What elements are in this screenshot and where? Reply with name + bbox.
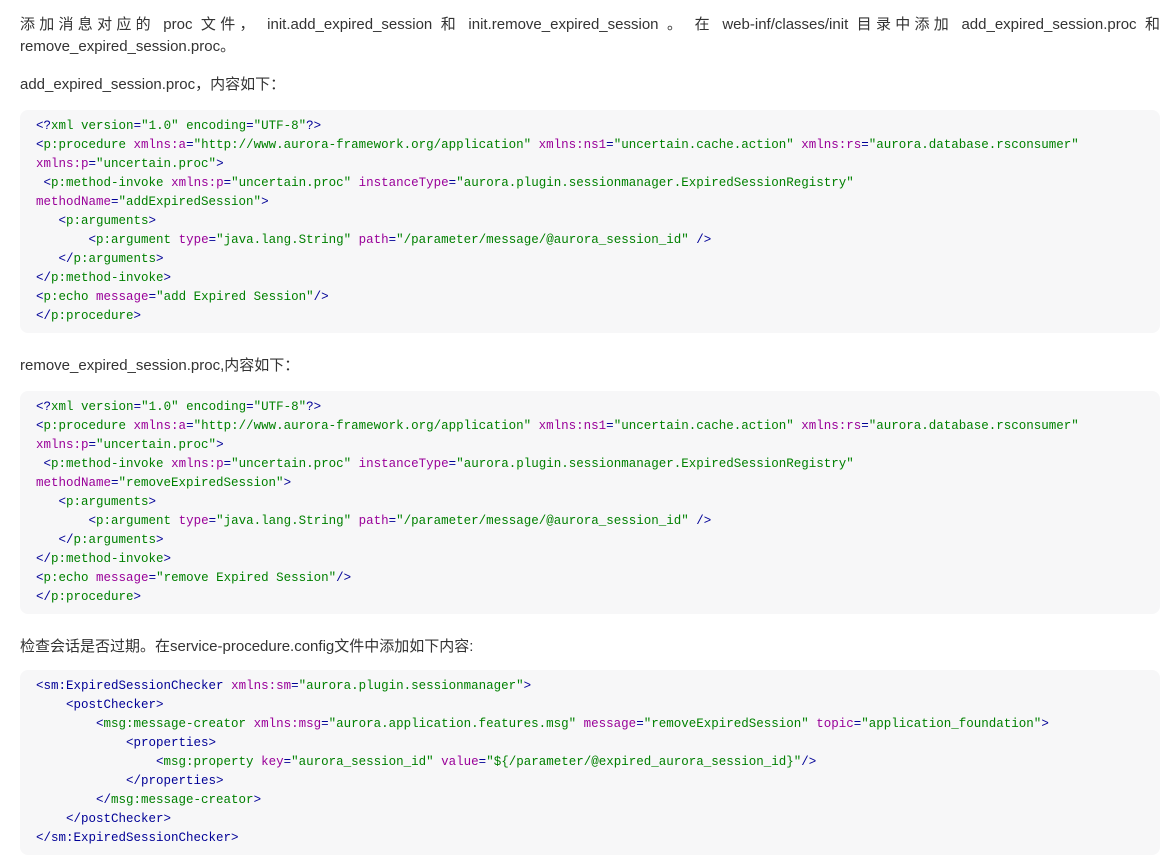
code-block-service-procedure-config: <sm:ExpiredSessionChecker xmlns:sm="auro… — [20, 670, 1160, 855]
section-heading-expired-session-checker: 检查会话是否过期。在service-procedure.config文件中添加如… — [20, 636, 1160, 658]
section-heading-remove-proc: remove_expired_session.proc,内容如下： — [20, 355, 1160, 377]
doc-content: 添加消息对应的 proc 文件， init.add_expired_sessio… — [0, 0, 1170, 868]
section-heading-add-proc: add_expired_session.proc，内容如下： — [20, 74, 1160, 96]
intro-paragraph: 添加消息对应的 proc 文件， init.add_expired_sessio… — [20, 14, 1160, 58]
code-block-add-expired-session-proc: <?xml version="1.0" encoding="UTF-8"?> <… — [20, 110, 1160, 333]
code-block-remove-expired-session-proc: <?xml version="1.0" encoding="UTF-8"?> <… — [20, 391, 1160, 614]
documentation-page: { "page": { "intro": "添加消息对应的 proc 文件， i… — [0, 0, 1170, 867]
